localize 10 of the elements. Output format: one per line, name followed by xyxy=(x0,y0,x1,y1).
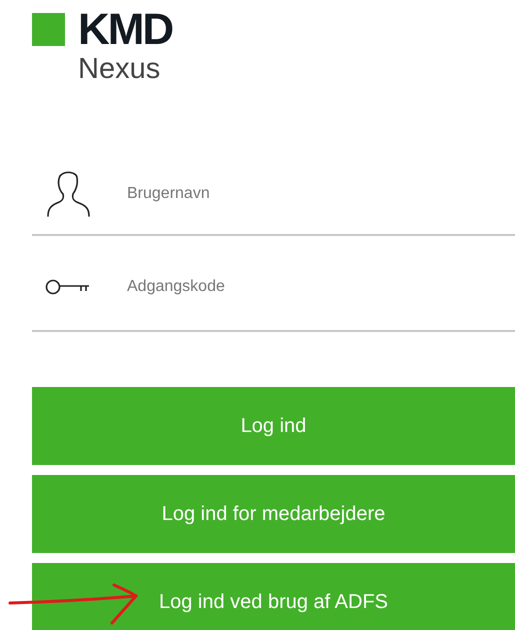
logo-square xyxy=(32,13,65,46)
password-field[interactable]: Adgangskode xyxy=(127,267,515,307)
person-icon xyxy=(45,170,93,218)
key-icon xyxy=(45,279,92,295)
username-field[interactable]: Brugernavn xyxy=(127,174,515,214)
login-button[interactable]: Log ind for medarbejdere xyxy=(32,475,515,553)
logo-product: Nexus xyxy=(78,52,162,86)
login-button[interactable]: Log ind xyxy=(32,387,515,465)
login-button[interactable]: Log ind ved brug af ADFS xyxy=(32,563,515,630)
logo-brand: KMD xyxy=(78,13,172,46)
